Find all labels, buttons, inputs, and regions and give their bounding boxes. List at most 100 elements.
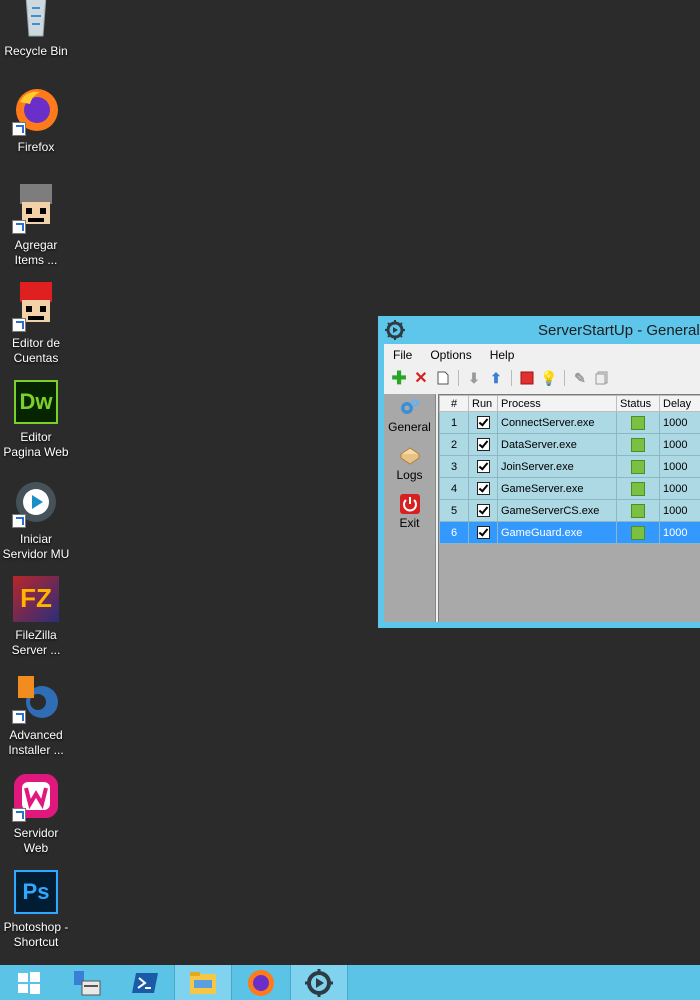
table-row[interactable]: 2 DataServer.exe 1000: [439, 433, 700, 456]
copy-icon[interactable]: [593, 369, 611, 387]
process-table: # Run Process Status Delay 1 ConnectServ…: [439, 395, 700, 544]
run-cell: [468, 455, 498, 478]
table-row[interactable]: 4 GameServer.exe 1000: [439, 477, 700, 500]
photoshop-text: Ps: [22, 879, 50, 904]
start-button[interactable]: [0, 965, 58, 1000]
process-name: DataServer.exe: [497, 433, 617, 456]
iniciar-servidor-icon: [12, 478, 60, 528]
shortcut-arrow-icon: [12, 220, 26, 234]
agregar-items-icon: [12, 184, 60, 234]
desktop-icon-filezilla[interactable]: FZ FileZilla Server ...: [0, 576, 72, 658]
pin-icon[interactable]: ✎: [571, 369, 589, 387]
table-row[interactable]: 3 JoinServer.exe 1000: [439, 455, 700, 478]
windows-logo-icon: [18, 971, 40, 994]
new-file-icon[interactable]: [434, 369, 452, 387]
status-cell: [616, 455, 660, 478]
desktop-icon-editor-cuentas[interactable]: Editor de Cuentas: [0, 282, 72, 366]
delay-value: 1000: [659, 433, 700, 456]
delete-icon[interactable]: ✕: [412, 369, 430, 387]
sidebar-item-logs[interactable]: Logs: [384, 446, 435, 490]
table-row[interactable]: 1 ConnectServer.exe 1000: [439, 411, 700, 434]
run-cell: [468, 499, 498, 522]
sidebar-item-general[interactable]: General: [384, 398, 435, 442]
dreamweaver-text: Dw: [19, 389, 53, 414]
column-header-run[interactable]: Run: [468, 395, 498, 412]
desktop-icon-photoshop[interactable]: Ps Photoshop - Shortcut: [0, 870, 72, 950]
lightbulb-icon[interactable]: 💡: [540, 369, 558, 387]
process-name: GameGuard.exe: [497, 521, 617, 544]
desktop-icon-servidor-web[interactable]: Servidor Web: [0, 772, 72, 856]
desktop-icon-agregar-items[interactable]: Agregar Items ...: [0, 184, 72, 268]
firefox-icon: [248, 969, 274, 996]
file-explorer-icon: [190, 971, 216, 994]
window-client: File Options Help ✚ ✕ ⬇ ⬆ 💡 ✎ General Lo…: [384, 344, 700, 622]
window-titlebar[interactable]: ServerStartUp - General ©: [378, 316, 700, 344]
wamp-icon: [12, 772, 60, 822]
server-manager-icon: [74, 970, 101, 995]
column-header-number[interactable]: #: [439, 395, 469, 412]
gears-icon: [399, 398, 421, 418]
power-icon: [399, 494, 421, 514]
dreamweaver-icon: Dw: [14, 380, 58, 424]
table-row-selected[interactable]: 6 GameGuard.exe 1000: [439, 521, 700, 544]
taskbar-firefox[interactable]: [232, 965, 290, 1000]
desktop-icon-recycle-bin[interactable]: Recycle Bin: [0, 0, 72, 59]
menu-file[interactable]: File: [384, 348, 421, 362]
desktop-icon-editor-pagina-web[interactable]: Dw Editor Pagina Web: [0, 380, 72, 460]
sidebar-item-exit[interactable]: Exit: [384, 494, 435, 538]
taskbar-powershell[interactable]: [116, 965, 174, 1000]
run-cell: [468, 411, 498, 434]
taskbar-serverstartup[interactable]: [290, 965, 348, 1000]
status-indicator: [631, 437, 645, 452]
toolbar: ✚ ✕ ⬇ ⬆ 💡 ✎: [384, 366, 700, 390]
column-header-delay[interactable]: Delay: [659, 395, 700, 412]
move-up-icon[interactable]: ⬆: [487, 369, 505, 387]
editor-cuentas-icon: [12, 282, 60, 332]
row-number: 6: [439, 521, 469, 544]
run-checkbox[interactable]: [476, 438, 490, 451]
status-indicator: [631, 415, 645, 430]
run-checkbox[interactable]: [476, 482, 490, 495]
window-title: ServerStartUp - General ©: [538, 321, 700, 339]
shortcut-arrow-icon: [12, 808, 26, 822]
add-icon[interactable]: ✚: [390, 368, 408, 388]
shortcut-arrow-icon: [12, 122, 26, 136]
taskbar-file-explorer[interactable]: [174, 965, 232, 1000]
run-checkbox[interactable]: [476, 460, 490, 473]
delay-value: 1000: [659, 521, 700, 544]
move-down-icon[interactable]: ⬇: [465, 369, 483, 387]
run-checkbox[interactable]: [476, 504, 490, 517]
menu-help[interactable]: Help: [481, 348, 524, 362]
desktop-icon-iniciar-servidor[interactable]: Iniciar Servidor MU: [0, 478, 72, 562]
column-header-process[interactable]: Process: [497, 395, 617, 412]
run-cell: [468, 433, 498, 456]
desktop-icon-label: Iniciar Servidor MU: [2, 532, 70, 561]
run-checkbox[interactable]: [476, 526, 490, 539]
desktop-icon-advanced-installer[interactable]: Advanced Installer ...: [0, 674, 72, 758]
desktop-icon-label: Editor de Cuentas: [11, 336, 61, 365]
stop-icon[interactable]: [518, 369, 536, 387]
desktop-icon-label: Editor Pagina Web: [3, 430, 69, 459]
firefox-icon: [12, 86, 60, 136]
desktop-icon-firefox[interactable]: Firefox: [0, 86, 72, 155]
status-cell: [616, 433, 660, 456]
shortcut-arrow-icon: [12, 318, 26, 332]
menu-options[interactable]: Options: [421, 348, 480, 362]
sidebar-item-label: General: [388, 420, 431, 434]
process-name: GameServer.exe: [497, 477, 617, 500]
table-row[interactable]: 5 GameServerCS.exe 1000: [439, 499, 700, 522]
toolbar-separator: [458, 370, 459, 386]
run-checkbox[interactable]: [476, 416, 490, 429]
status-cell: [616, 499, 660, 522]
delay-value: 1000: [659, 455, 700, 478]
column-header-status[interactable]: Status: [616, 395, 660, 412]
photoshop-icon: Ps: [14, 870, 58, 914]
taskbar: [0, 965, 700, 1000]
toolbar-separator: [511, 370, 512, 386]
taskbar-server-manager[interactable]: [58, 965, 116, 1000]
shortcut-arrow-icon: [12, 710, 26, 724]
sidebar: General Logs Exit: [384, 394, 436, 622]
status-indicator: [631, 503, 645, 518]
app-gear-icon: [384, 319, 406, 341]
serverstartup-window[interactable]: ServerStartUp - General © File Options H…: [378, 316, 700, 628]
